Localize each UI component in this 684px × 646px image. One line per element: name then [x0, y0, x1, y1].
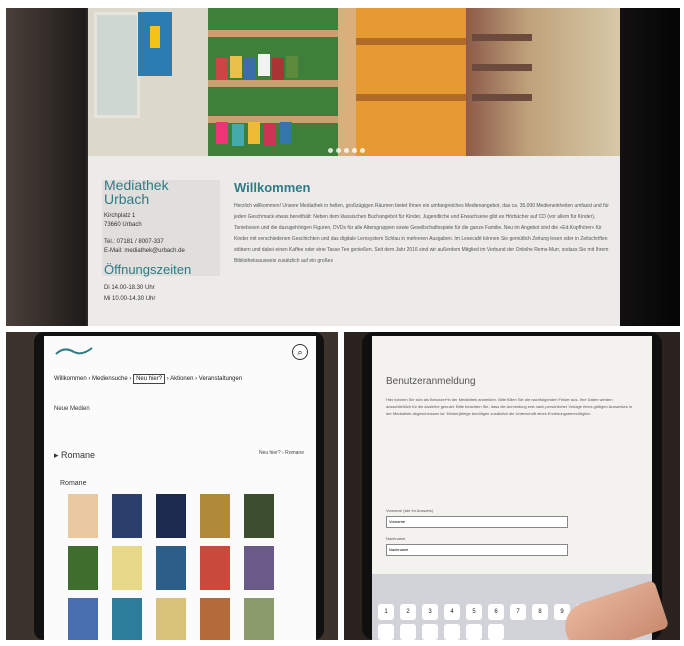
hero-library-back — [466, 8, 622, 156]
keyboard-key[interactable] — [488, 624, 504, 640]
breadcrumb[interactable]: Neu hier? › Romane — [259, 450, 304, 456]
shelf-board — [472, 94, 532, 101]
keyboard-key-6[interactable]: 6 — [488, 604, 504, 620]
book-cover[interactable] — [112, 494, 142, 538]
book — [216, 58, 228, 80]
hero-window — [94, 12, 140, 118]
field-label: Nachname — [386, 536, 406, 541]
shelf-board — [356, 94, 466, 101]
library-website-screen: Mediathek Urbach Kirchplatz 1 73660 Urba… — [88, 8, 622, 326]
book-cover[interactable] — [112, 546, 142, 590]
address-city: 73660 Urbach — [104, 222, 142, 228]
section-heading: ▸ Romane — [54, 450, 96, 460]
keyboard-key[interactable] — [400, 624, 416, 640]
shelf-board — [472, 34, 532, 41]
top-photo: Mediathek Urbach Kirchplatz 1 73660 Urba… — [6, 8, 680, 326]
book — [286, 56, 298, 78]
hero-poster — [138, 12, 172, 76]
book-cover[interactable] — [156, 546, 186, 590]
sub-nav-item[interactable]: Neue Medien — [54, 406, 90, 412]
tablet-screen-romane: ⌕ Willkommen › Mediensuche › Neu hier? ›… — [44, 336, 316, 640]
keyboard-key-4[interactable]: 4 — [444, 604, 460, 620]
hours-title: Öffnungszeiten — [104, 262, 192, 277]
hours-row: Di 14.00-18.30 Uhr — [104, 285, 155, 291]
keyboard-key-5[interactable]: 5 — [466, 604, 482, 620]
keyboard-key-2[interactable]: 2 — [400, 604, 416, 620]
sidebar-title: Mediathek Urbach — [104, 177, 169, 207]
tablet-bezel-left — [6, 8, 86, 326]
tablet-screen-form: Benutzeranmeldung Hier können Sie sich a… — [372, 336, 670, 640]
last-name-input[interactable]: Nachname — [386, 544, 568, 556]
hours-row: Mi 10.00-14.30 Uhr — [104, 296, 156, 302]
keyboard-key-3[interactable]: 3 — [422, 604, 438, 620]
book-cover[interactable] — [112, 598, 142, 640]
poster-mark — [150, 26, 160, 48]
hero-wood-post — [338, 8, 358, 156]
keyboard-key-8[interactable]: 8 — [532, 604, 548, 620]
grid-title: Romane — [60, 480, 87, 487]
nav-item[interactable]: Mediensuche — [92, 376, 128, 382]
form-title: Benutzeranmeldung — [386, 376, 476, 387]
status-bar — [372, 336, 652, 346]
hero-shelf-orange — [356, 8, 466, 156]
section-title: Romane — [61, 450, 96, 460]
book-cover[interactable] — [156, 494, 186, 538]
sidebar-contact: Mediathek Urbach Kirchplatz 1 73660 Urba… — [104, 178, 214, 326]
book — [216, 122, 228, 144]
hero-photo-library — [88, 8, 622, 156]
book — [264, 124, 276, 146]
address-street: Kirchplatz 1 — [104, 213, 136, 219]
keyboard-key-7[interactable]: 7 — [510, 604, 526, 620]
book-cover[interactable] — [200, 546, 230, 590]
form-intro: Hier können Sie sich als Benutzer*in der… — [386, 397, 632, 416]
welcome-title: Willkommen — [234, 180, 311, 195]
bottom-right-photo: Benutzeranmeldung Hier können Sie sich a… — [344, 332, 680, 640]
book — [230, 56, 242, 78]
phone: Tel.: 07181 / 8007-337 — [104, 239, 164, 245]
book-cover[interactable] — [244, 546, 274, 590]
book-cover[interactable] — [68, 494, 98, 538]
nav-item-active[interactable]: Neu hier? — [133, 374, 166, 384]
main-nav: Willkommen › Mediensuche › Neu hier? › A… — [54, 374, 243, 384]
email-link[interactable]: E-Mail: mediathek@urbach.de — [104, 247, 214, 256]
book-cover[interactable] — [200, 598, 230, 640]
book-cover[interactable] — [156, 598, 186, 640]
book-cover[interactable] — [68, 598, 98, 640]
keyboard-key[interactable] — [378, 624, 394, 640]
field-label: Vorname (wie im Ausweis) — [386, 508, 433, 513]
book-cover[interactable] — [68, 546, 98, 590]
mediathek-logo[interactable] — [54, 344, 94, 358]
book-cover[interactable] — [244, 494, 274, 538]
welcome-section: Willkommen Herzlich willkommen! Unsere M… — [234, 180, 614, 267]
search-icon[interactable]: ⌕ — [292, 344, 308, 360]
nav-item[interactable]: Aktionen — [170, 376, 193, 382]
welcome-text: Herzlich willkommen! Unsere Mediathek in… — [234, 203, 609, 264]
keyboard-key[interactable] — [466, 624, 482, 640]
keyboard-key[interactable] — [444, 624, 460, 640]
tablet-bezel-right — [620, 8, 680, 326]
shelf-board — [356, 38, 466, 45]
book-cover[interactable] — [244, 598, 274, 640]
first-name-input[interactable]: Vorname — [386, 516, 568, 528]
book — [272, 58, 284, 80]
nav-item[interactable]: Willkommen — [54, 376, 87, 382]
keyboard-key-1[interactable]: 1 — [378, 604, 394, 620]
book — [232, 124, 244, 146]
book — [244, 58, 256, 80]
keyboard-key[interactable] — [422, 624, 438, 640]
shelf-board — [208, 80, 358, 87]
shelf-board — [208, 30, 358, 37]
shelf-board — [472, 64, 532, 71]
bottom-left-photo: ⌕ Willkommen › Mediensuche › Neu hier? ›… — [6, 332, 338, 640]
nav-item[interactable]: Veranstaltungen — [199, 376, 242, 382]
book — [258, 54, 270, 76]
slider-dots[interactable] — [328, 140, 388, 153]
book-cover-grid — [58, 494, 312, 640]
book-cover[interactable] — [200, 494, 230, 538]
book — [280, 122, 292, 144]
book — [248, 122, 260, 144]
